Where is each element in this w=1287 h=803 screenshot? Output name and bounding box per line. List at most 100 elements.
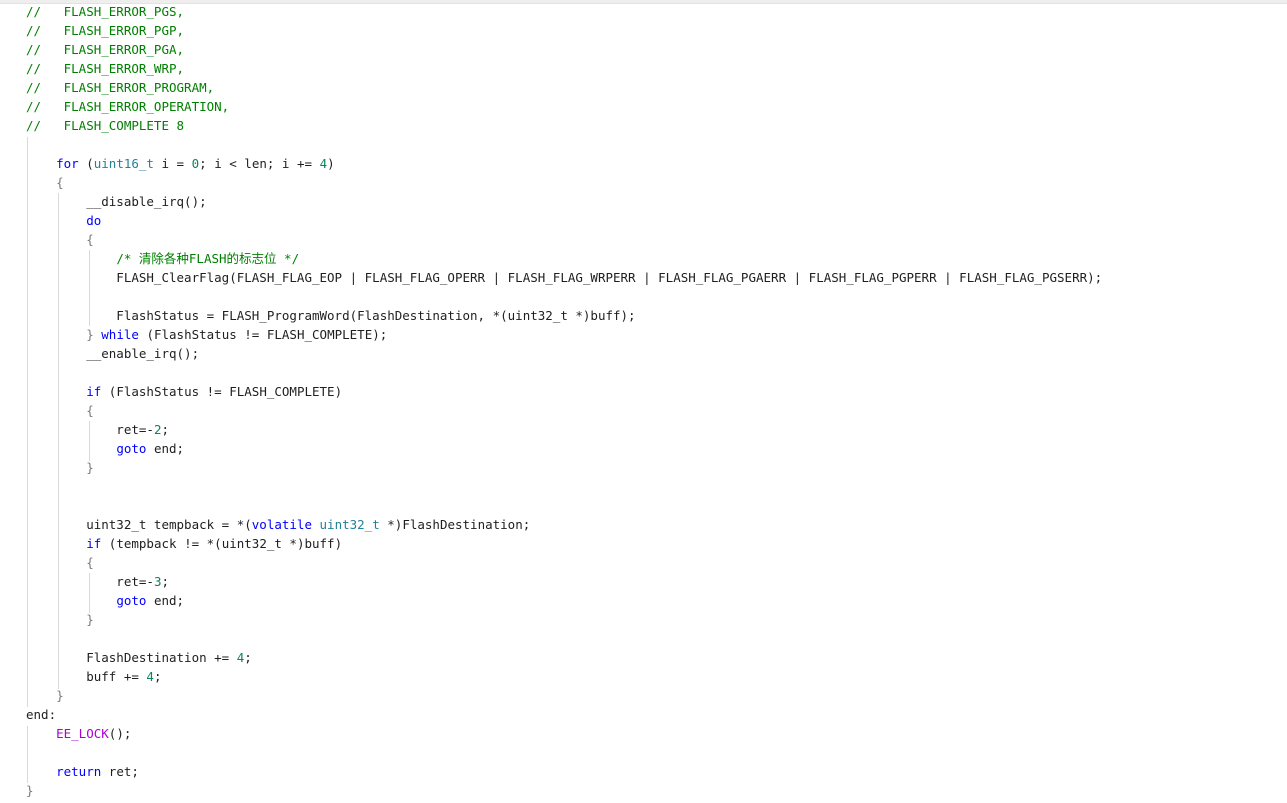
code-line: // FLASH_ERROR_PROGRAM, [26, 78, 214, 97]
code-line: do [26, 211, 101, 230]
code-token: goto [116, 593, 147, 608]
code-token: // FLASH_ERROR_PGS, [26, 4, 185, 19]
code-token: } [86, 460, 94, 475]
code-line: EE_LOCK(); [26, 724, 131, 743]
code-line: // FLASH_COMPLETE 8 [26, 116, 184, 135]
code-token: FlashDestination += [26, 650, 237, 665]
code-token: while [101, 327, 139, 342]
code-token: // FLASH_ERROR_OPERATION, [26, 99, 230, 114]
code-token: ret=- [26, 422, 154, 437]
code-token: 4 [319, 156, 328, 171]
code-line: ret=-2; [26, 420, 169, 439]
code-line: { [26, 173, 64, 192]
code-line: for (uint16_t i = 0; i < len; i += 4) [26, 154, 335, 173]
code-token: __enable_irq(); [26, 346, 200, 361]
code-token: __disable_irq(); [26, 194, 207, 209]
code-token: buff += [26, 669, 147, 684]
code-token: if [86, 384, 102, 399]
code-token: ( [78, 156, 94, 171]
code-line: FlashDestination += 4; [26, 648, 252, 667]
code-token: ) [327, 156, 335, 171]
code-token: end; [146, 441, 185, 456]
code-token: i = [153, 156, 192, 171]
code-line: // FLASH_ERROR_PGA, [26, 40, 184, 59]
code-token: { [56, 175, 64, 190]
code-line: buff += 4; [26, 667, 161, 686]
code-token: for [56, 156, 79, 171]
code-token: // FLASH_COMPLETE 8 [26, 118, 185, 133]
code-token: 4 [146, 669, 154, 684]
code-token: uint32_t [319, 517, 380, 532]
code-token: (FlashStatus != FLASH_COMPLETE) [101, 384, 343, 399]
code-token: do [86, 213, 102, 228]
code-token: { [86, 403, 94, 418]
code-line: } [26, 686, 64, 705]
code-line: } while (FlashStatus != FLASH_COMPLETE); [26, 325, 387, 344]
code-token: uint32_t tempback = *( [26, 517, 252, 532]
code-line: __enable_irq(); [26, 344, 199, 363]
code-token: goto [116, 441, 147, 456]
code-token: } [86, 327, 94, 342]
code-line: __disable_irq(); [26, 192, 207, 211]
code-line: } [26, 610, 94, 629]
code-line: if (FlashStatus != FLASH_COMPLETE) [26, 382, 342, 401]
code-token: end; [146, 593, 185, 608]
code-line: if (tempback != *(uint32_t *)buff) [26, 534, 342, 553]
code-token: volatile [251, 517, 312, 532]
code-token: /* 清除各种FLASH的标志位 */ [116, 251, 300, 266]
code-token: // FLASH_ERROR_PGP, [26, 23, 185, 38]
code-token: *)FlashDestination; [379, 517, 531, 532]
code-token: ; [244, 650, 252, 665]
code-line: /* 清除各种FLASH的标志位 */ [26, 249, 299, 268]
code-token: (FlashStatus != FLASH_COMPLETE); [138, 327, 388, 342]
code-token: } [86, 612, 94, 627]
code-token: ret=- [26, 574, 154, 589]
code-token: (tempback != *(uint32_t *)buff) [101, 536, 343, 551]
code-token: ; [153, 669, 162, 684]
code-line: } [26, 781, 34, 800]
code-token: // FLASH_ERROR_PGA, [26, 42, 185, 57]
code-line: // FLASH_ERROR_WRP, [26, 59, 184, 78]
code-line: FLASH_ClearFlag(FLASH_FLAG_EOP | FLASH_F… [26, 268, 1102, 287]
code-line: { [26, 553, 94, 572]
code-token: FlashStatus = FLASH_ProgramWord(FlashDes… [26, 308, 636, 323]
code-line: } [26, 458, 94, 477]
code-token: if [86, 536, 102, 551]
code-token: EE_LOCK [56, 726, 109, 741]
code-line: goto end; [26, 591, 184, 610]
code-token: } [26, 783, 34, 798]
code-line: { [26, 401, 94, 420]
code-editor[interactable]: // FLASH_ERROR_PGS, // FLASH_ERROR_PGP, //… [0, 0, 1287, 803]
code-token: ret; [101, 764, 139, 779]
code-token: uint16_t [93, 156, 154, 171]
code-token: 0 [191, 156, 200, 171]
code-token: } [56, 688, 64, 703]
code-line: end: [26, 705, 56, 724]
code-line: // FLASH_ERROR_OPERATION, [26, 97, 229, 116]
code-line: goto end; [26, 439, 184, 458]
code-line: // FLASH_ERROR_PGP, [26, 21, 184, 40]
code-line: uint32_t tempback = *(volatile uint32_t … [26, 515, 530, 534]
code-token: // FLASH_ERROR_WRP, [26, 61, 185, 76]
code-line: ret=-3; [26, 572, 169, 591]
code-token: return [56, 764, 102, 779]
code-token: ; i < len; i += [199, 156, 320, 171]
code-token: FLASH_ClearFlag(FLASH_FLAG_EOP | FLASH_F… [26, 270, 1103, 285]
code-token: // FLASH_ERROR_PROGRAM, [26, 80, 215, 95]
code-line: FlashStatus = FLASH_ProgramWord(FlashDes… [26, 306, 636, 325]
code-token: { [86, 232, 94, 247]
